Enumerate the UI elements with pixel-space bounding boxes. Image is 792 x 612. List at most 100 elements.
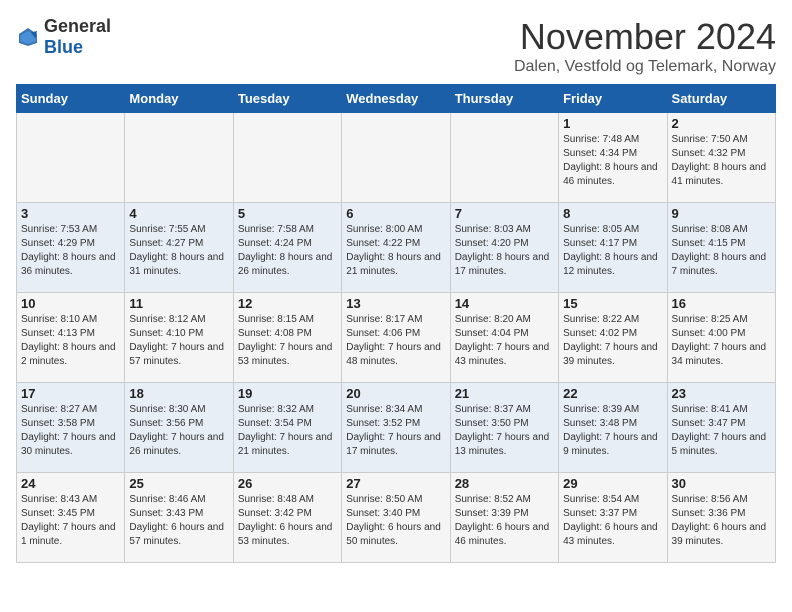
calendar-cell: 2Sunrise: 7:50 AM Sunset: 4:32 PM Daylig… <box>667 113 775 203</box>
calendar-cell: 29Sunrise: 8:54 AM Sunset: 3:37 PM Dayli… <box>559 473 667 563</box>
col-header-friday: Friday <box>559 85 667 113</box>
cell-info: Sunrise: 7:58 AM Sunset: 4:24 PM Dayligh… <box>238 223 337 279</box>
day-number: 4 <box>129 206 228 221</box>
calendar-cell: 16 Sunrise: 8:25 AM Sunset: 4:00 PM Dayli… <box>667 293 775 383</box>
calendar-cell: 27Sunrise: 8:50 AM Sunset: 3:40 PM Dayli… <box>342 473 450 563</box>
cell-info: Sunrise: 8:48 AM Sunset: 3:42 PM Dayligh… <box>238 493 337 549</box>
cell-info: Sunrise: 8:32 AM Sunset: 3:54 PM Dayligh… <box>238 403 337 459</box>
cell-info: Sunrise: 8:34 AM Sunset: 3:52 PM Dayligh… <box>346 403 445 459</box>
calendar-header-row: SundayMondayTuesdayWednesdayThursdayFrid… <box>17 85 776 113</box>
calendar-cell: 22Sunrise: 8:39 AM Sunset: 3:48 PM Dayli… <box>559 383 667 473</box>
col-header-wednesday: Wednesday <box>342 85 450 113</box>
col-header-sunday: Sunday <box>17 85 125 113</box>
col-header-monday: Monday <box>125 85 233 113</box>
cell-info: Sunrise: 8:46 AM Sunset: 3:43 PM Dayligh… <box>129 493 228 549</box>
cell-info: Sunrise: 8:05 AM Sunset: 4:17 PM Dayligh… <box>563 223 662 279</box>
calendar-cell: 26 Sunrise: 8:48 AM Sunset: 3:42 PM Dayli… <box>233 473 341 563</box>
day-number: 6 <box>346 206 445 221</box>
calendar-cell: 8 Sunrise: 8:05 AM Sunset: 4:17 PM Daylig… <box>559 203 667 293</box>
calendar-week-row: 10Sunrise: 8:10 AM Sunset: 4:13 PM Dayli… <box>17 293 776 383</box>
calendar-cell: 5 Sunrise: 7:58 AM Sunset: 4:24 PM Daylig… <box>233 203 341 293</box>
calendar-cell: 23 Sunrise: 8:41 AM Sunset: 3:47 PM Dayli… <box>667 383 775 473</box>
calendar-week-row: 3Sunrise: 7:53 AM Sunset: 4:29 PM Daylig… <box>17 203 776 293</box>
day-number: 10 <box>21 296 120 311</box>
cell-info: Sunrise: 7:55 AM Sunset: 4:27 PM Dayligh… <box>129 223 228 279</box>
calendar-cell: 21 Sunrise: 8:37 AM Sunset: 3:50 PM Dayli… <box>450 383 558 473</box>
day-number: 28 <box>455 476 554 491</box>
cell-info: Sunrise: 8:22 AM Sunset: 4:02 PM Dayligh… <box>563 313 662 369</box>
cell-info: Sunrise: 8:15 AM Sunset: 4:08 PM Dayligh… <box>238 313 337 369</box>
cell-info: Sunrise: 8:27 AM Sunset: 3:58 PM Dayligh… <box>21 403 120 459</box>
day-number: 15 <box>563 296 662 311</box>
calendar-cell: 12 Sunrise: 8:15 AM Sunset: 4:08 PM Dayli… <box>233 293 341 383</box>
col-header-saturday: Saturday <box>667 85 775 113</box>
day-number: 27 <box>346 476 445 491</box>
col-header-thursday: Thursday <box>450 85 558 113</box>
calendar-week-row: 24Sunrise: 8:43 AM Sunset: 3:45 PM Dayli… <box>17 473 776 563</box>
calendar-cell: 11Sunrise: 8:12 AM Sunset: 4:10 PM Dayli… <box>125 293 233 383</box>
day-number: 18 <box>129 386 228 401</box>
cell-info: Sunrise: 8:39 AM Sunset: 3:48 PM Dayligh… <box>563 403 662 459</box>
day-number: 13 <box>346 296 445 311</box>
calendar-week-row: 1 Sunrise: 7:48 AM Sunset: 4:34 PM Daylig… <box>17 113 776 203</box>
calendar-cell: 18 Sunrise: 8:30 AM Sunset: 3:56 PM Dayli… <box>125 383 233 473</box>
day-number: 8 <box>563 206 662 221</box>
day-number: 1 <box>563 116 662 131</box>
calendar-cell: 25Sunrise: 8:46 AM Sunset: 3:43 PM Dayli… <box>125 473 233 563</box>
calendar-cell: 13 Sunrise: 8:17 AM Sunset: 4:06 PM Dayli… <box>342 293 450 383</box>
logo: General Blue <box>16 16 111 58</box>
day-number: 3 <box>21 206 120 221</box>
calendar-table: SundayMondayTuesdayWednesdayThursdayFrid… <box>16 84 776 563</box>
cell-info: Sunrise: 8:25 AM Sunset: 4:00 PM Dayligh… <box>672 313 771 369</box>
calendar-cell: 4 Sunrise: 7:55 AM Sunset: 4:27 PM Daylig… <box>125 203 233 293</box>
location-subtitle: Dalen, Vestfold og Telemark, Norway <box>514 58 776 76</box>
cell-info: Sunrise: 8:37 AM Sunset: 3:50 PM Dayligh… <box>455 403 554 459</box>
cell-info: Sunrise: 8:41 AM Sunset: 3:47 PM Dayligh… <box>672 403 771 459</box>
day-number: 12 <box>238 296 337 311</box>
day-number: 26 <box>238 476 337 491</box>
calendar-cell: 28Sunrise: 8:52 AM Sunset: 3:39 PM Dayli… <box>450 473 558 563</box>
calendar-cell: 1 Sunrise: 7:48 AM Sunset: 4:34 PM Daylig… <box>559 113 667 203</box>
page-header: General Blue November 2024 Dalen, Vestfo… <box>16 16 776 76</box>
col-header-tuesday: Tuesday <box>233 85 341 113</box>
day-number: 11 <box>129 296 228 311</box>
logo-icon <box>16 25 40 49</box>
day-number: 21 <box>455 386 554 401</box>
calendar-cell: 24Sunrise: 8:43 AM Sunset: 3:45 PM Dayli… <box>17 473 125 563</box>
day-number: 24 <box>21 476 120 491</box>
day-number: 20 <box>346 386 445 401</box>
day-number: 30 <box>672 476 771 491</box>
calendar-cell: 6 Sunrise: 8:00 AM Sunset: 4:22 PM Daylig… <box>342 203 450 293</box>
cell-info: Sunrise: 8:00 AM Sunset: 4:22 PM Dayligh… <box>346 223 445 279</box>
cell-info: Sunrise: 8:56 AM Sunset: 3:36 PM Dayligh… <box>672 493 771 549</box>
calendar-cell: 19 Sunrise: 8:32 AM Sunset: 3:54 PM Dayli… <box>233 383 341 473</box>
day-number: 16 <box>672 296 771 311</box>
day-number: 19 <box>238 386 337 401</box>
calendar-cell: 20 Sunrise: 8:34 AM Sunset: 3:52 PM Dayli… <box>342 383 450 473</box>
day-number: 23 <box>672 386 771 401</box>
calendar-cell: 9Sunrise: 8:08 AM Sunset: 4:15 PM Daylig… <box>667 203 775 293</box>
day-number: 7 <box>455 206 554 221</box>
day-number: 17 <box>21 386 120 401</box>
calendar-cell <box>233 113 341 203</box>
cell-info: Sunrise: 8:17 AM Sunset: 4:06 PM Dayligh… <box>346 313 445 369</box>
cell-info: Sunrise: 8:08 AM Sunset: 4:15 PM Dayligh… <box>672 223 771 279</box>
cell-info: Sunrise: 8:30 AM Sunset: 3:56 PM Dayligh… <box>129 403 228 459</box>
cell-info: Sunrise: 7:48 AM Sunset: 4:34 PM Dayligh… <box>563 133 662 189</box>
calendar-cell: 10Sunrise: 8:10 AM Sunset: 4:13 PM Dayli… <box>17 293 125 383</box>
calendar-cell: 7 Sunrise: 8:03 AM Sunset: 4:20 PM Daylig… <box>450 203 558 293</box>
logo-general: General <box>44 16 111 36</box>
day-number: 2 <box>672 116 771 131</box>
calendar-cell: 30 Sunrise: 8:56 AM Sunset: 3:36 PM Dayli… <box>667 473 775 563</box>
calendar-cell: 15 Sunrise: 8:22 AM Sunset: 4:02 PM Dayli… <box>559 293 667 383</box>
month-title: November 2024 <box>514 16 776 58</box>
calendar-cell <box>342 113 450 203</box>
calendar-cell: 3Sunrise: 7:53 AM Sunset: 4:29 PM Daylig… <box>17 203 125 293</box>
day-number: 14 <box>455 296 554 311</box>
cell-info: Sunrise: 8:54 AM Sunset: 3:37 PM Dayligh… <box>563 493 662 549</box>
calendar-cell: 14 Sunrise: 8:20 AM Sunset: 4:04 PM Dayli… <box>450 293 558 383</box>
cell-info: Sunrise: 8:20 AM Sunset: 4:04 PM Dayligh… <box>455 313 554 369</box>
day-number: 5 <box>238 206 337 221</box>
calendar-week-row: 17 Sunrise: 8:27 AM Sunset: 3:58 PM Dayli… <box>17 383 776 473</box>
cell-info: Sunrise: 8:03 AM Sunset: 4:20 PM Dayligh… <box>455 223 554 279</box>
